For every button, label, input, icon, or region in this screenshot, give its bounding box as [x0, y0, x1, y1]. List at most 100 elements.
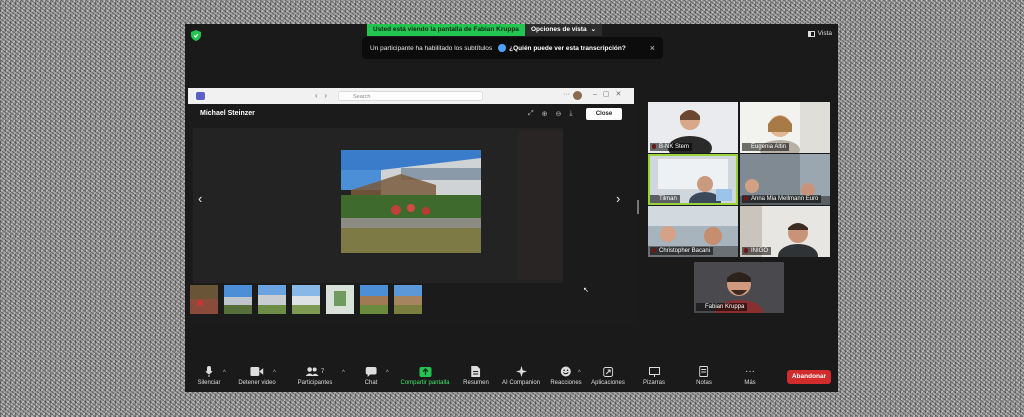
microphone-icon — [205, 366, 213, 377]
image-viewer-title: Michael Steinzer — [200, 110, 255, 117]
reactions-button[interactable]: Reacciones — [550, 366, 582, 386]
zoom-meeting-window: Usted está viendo la pantalla de Fabian … — [185, 24, 838, 392]
encryption-shield-icon[interactable] — [191, 30, 201, 41]
avatar — [573, 91, 582, 100]
participant-tile[interactable]: Fabian Kruppa — [694, 262, 784, 313]
view-options-label: Opciones de vista — [530, 26, 587, 33]
chevron-up-icon[interactable]: ^ — [342, 370, 345, 376]
viewer-close-button: Close — [586, 108, 622, 120]
chat-label: Chat — [364, 380, 378, 386]
next-image-icon: › — [616, 191, 621, 206]
participants-icon — [305, 367, 319, 376]
chevron-up-icon[interactable]: ^ — [578, 370, 581, 376]
stop-video-label: Detener video — [238, 380, 276, 386]
shared-search-input: Search — [338, 91, 483, 101]
thumbnail — [258, 285, 286, 314]
view-button[interactable]: Vista — [807, 30, 832, 37]
previous-image-icon: ‹ — [198, 191, 203, 206]
notes-label: Notas — [696, 380, 712, 386]
caption-notification: Un participante ha habilitado los subtít… — [362, 37, 663, 59]
participant-tile[interactable]: Christopher Bacani — [648, 206, 738, 257]
participant-name: Tilman — [650, 195, 680, 203]
participant-name: INIGO — [742, 247, 772, 255]
window-controls-icon: –▢✕ — [593, 91, 628, 98]
participant-name: Eugenia Altin — [742, 143, 790, 151]
view-options-button[interactable]: Opciones de vista ⌄ — [524, 24, 603, 36]
thumbnail — [292, 285, 320, 314]
notes-icon — [699, 366, 709, 377]
close-icon[interactable]: × — [650, 43, 655, 53]
participants-label: Participantes — [297, 380, 333, 386]
thumbnail-strip — [190, 285, 422, 314]
video-camera-icon — [250, 367, 264, 376]
chevron-up-icon[interactable]: ^ — [386, 370, 389, 376]
splitter-handle[interactable] — [637, 200, 639, 214]
share-screen-button[interactable]: Compartir pantalla — [400, 366, 450, 386]
participant-name: B-NK Stem — [650, 143, 693, 151]
dimmed-background-panel — [518, 130, 563, 280]
view-button-label: Vista — [817, 30, 832, 37]
chevron-up-icon[interactable]: ^ — [273, 370, 276, 376]
participant-tile[interactable]: INIGO — [740, 206, 830, 257]
caption-notice-text: Un participante ha habilitado los subtít… — [370, 44, 493, 52]
summary-button[interactable]: Resumen — [463, 366, 489, 386]
ellipsis-icon: ··· — [745, 365, 755, 377]
leave-meeting-button[interactable]: Abandonar — [787, 370, 831, 384]
expand-icon: ⤢ — [528, 110, 534, 117]
thumbnail — [224, 285, 252, 314]
stop-video-button[interactable]: Detener video — [238, 366, 276, 386]
notes-button[interactable]: Notas — [696, 366, 712, 386]
whiteboard-icon — [648, 366, 660, 377]
more-icon: ··· — [563, 91, 570, 98]
apps-label: Aplicaciones — [591, 380, 625, 386]
share-screen-icon — [419, 366, 431, 377]
thumbnail — [326, 285, 354, 314]
ai-companion-label: AI Companion — [501, 380, 541, 386]
chat-icon — [365, 366, 377, 377]
grid-view-icon — [807, 30, 815, 37]
whiteboards-button[interactable]: Pizarras — [643, 366, 665, 386]
thumbnail — [360, 285, 388, 314]
shared-screen-area[interactable]: ‹ › Search ··· –▢✕ Michael Steinzer ⤢ ⊕ … — [188, 88, 634, 325]
mute-button[interactable]: Silenciar — [197, 366, 221, 386]
download-icon: ⤓ — [569, 110, 573, 117]
more-button[interactable]: ··· Más — [744, 366, 755, 386]
participant-tile[interactable]: Anna Mia Mellmann Euro — [740, 154, 830, 205]
chevron-down-icon: ⌄ — [590, 26, 597, 33]
chat-button[interactable]: Chat — [364, 366, 378, 386]
whiteboards-label: Pizarras — [642, 380, 666, 386]
person-icon — [498, 44, 507, 52]
thumbnail — [190, 285, 218, 314]
reactions-label: Reacciones — [550, 380, 582, 386]
smiley-icon — [560, 366, 571, 377]
participant-name: Fabian Kruppa — [696, 303, 748, 311]
share-screen-label: Compartir pantalla — [400, 380, 450, 386]
participants-button[interactable]: 7 Participantes — [297, 366, 333, 386]
chevron-up-icon[interactable]: ^ — [223, 370, 226, 376]
transcript-question-label: ¿Quién puede ver esta transcripción? — [509, 44, 626, 52]
zoom-out-icon: ⊖ — [555, 111, 562, 118]
mute-label: Silenciar — [197, 380, 221, 386]
main-photo — [341, 150, 481, 253]
thumbnail — [394, 285, 422, 314]
screen-share-banner: Usted está viendo la pantalla de Fabian … — [367, 24, 603, 36]
ai-companion-button[interactable]: AI Companion — [502, 366, 540, 386]
nav-arrows-icon: ‹ › — [315, 91, 327, 100]
image-viewer-tools: ⤢ ⊕ ⊖ ⤓ — [528, 110, 572, 118]
mouse-cursor-icon: ↖ — [583, 287, 589, 294]
more-label: Más — [744, 380, 756, 386]
zoom-in-icon: ⊕ — [541, 111, 548, 118]
summary-document-icon — [471, 366, 481, 377]
teams-logo-icon — [196, 92, 205, 100]
apps-button[interactable]: Aplicaciones — [591, 366, 625, 386]
participant-tile-active-speaker[interactable]: Tilman — [648, 154, 738, 205]
participant-name: Anna Mia Mellmann Euro — [742, 195, 822, 203]
summary-label: Resumen — [463, 380, 489, 386]
participant-tile[interactable]: B-NK Stem — [648, 102, 738, 153]
transcript-visibility-link[interactable]: ¿Quién puede ver esta transcripción? — [498, 44, 626, 52]
participant-tile[interactable]: Eugenia Altin — [740, 102, 830, 153]
apps-icon — [603, 366, 613, 377]
sparkle-icon — [515, 366, 527, 377]
participant-name: Christopher Bacani — [650, 247, 714, 255]
viewing-share-label: Usted está viendo la pantalla de Fabian … — [367, 24, 525, 36]
